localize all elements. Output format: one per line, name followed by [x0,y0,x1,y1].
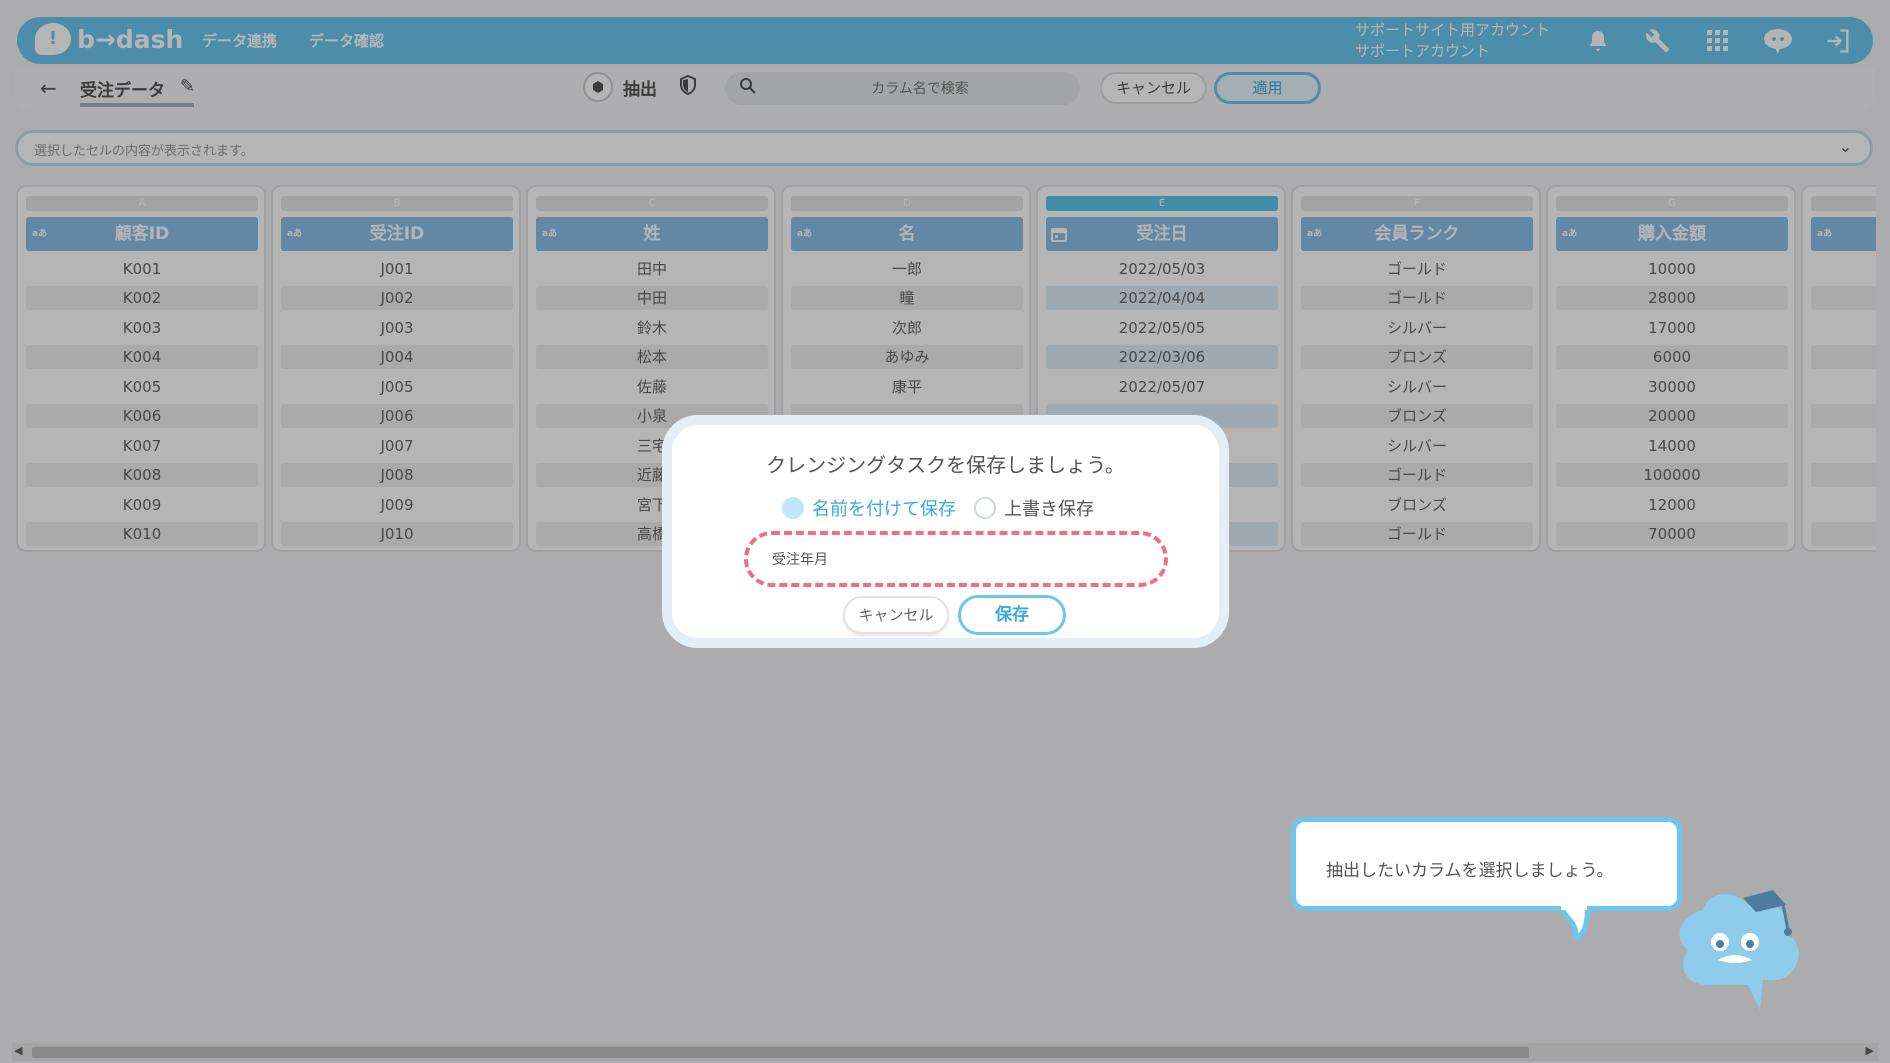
radio-overwrite[interactable]: 上書き保存 [974,495,1094,521]
task-name-input[interactable] [744,531,1168,587]
radio-label: 名前を付けて保存 [812,499,956,520]
mascot-brain-icon[interactable] [1668,880,1808,1020]
dialog-title: クレンジングタスクを保存しましょう。 [766,453,1125,477]
radio-dot[interactable] [974,497,996,519]
save-task-dialog: クレンジングタスクを保存しましょう。 名前を付けて保存 上書き保存 キャンセル … [662,415,1229,648]
assistant-bubble: 抽出したいカラムを選択しましょう。 [1291,817,1682,911]
radio-dot-selected[interactable] [782,497,804,519]
save-mode-radio-group: 名前を付けて保存 上書き保存 [782,495,1094,521]
dialog-save-button[interactable]: 保存 [958,595,1066,635]
bubble-tail [1559,906,1590,940]
assistant-message: 抽出したいカラムを選択しましょう。 [1326,861,1614,881]
radio-label: 上書き保存 [1004,499,1094,520]
radio-save-as-new[interactable]: 名前を付けて保存 [782,495,956,521]
dialog-cancel-button[interactable]: キャンセル [843,596,949,634]
